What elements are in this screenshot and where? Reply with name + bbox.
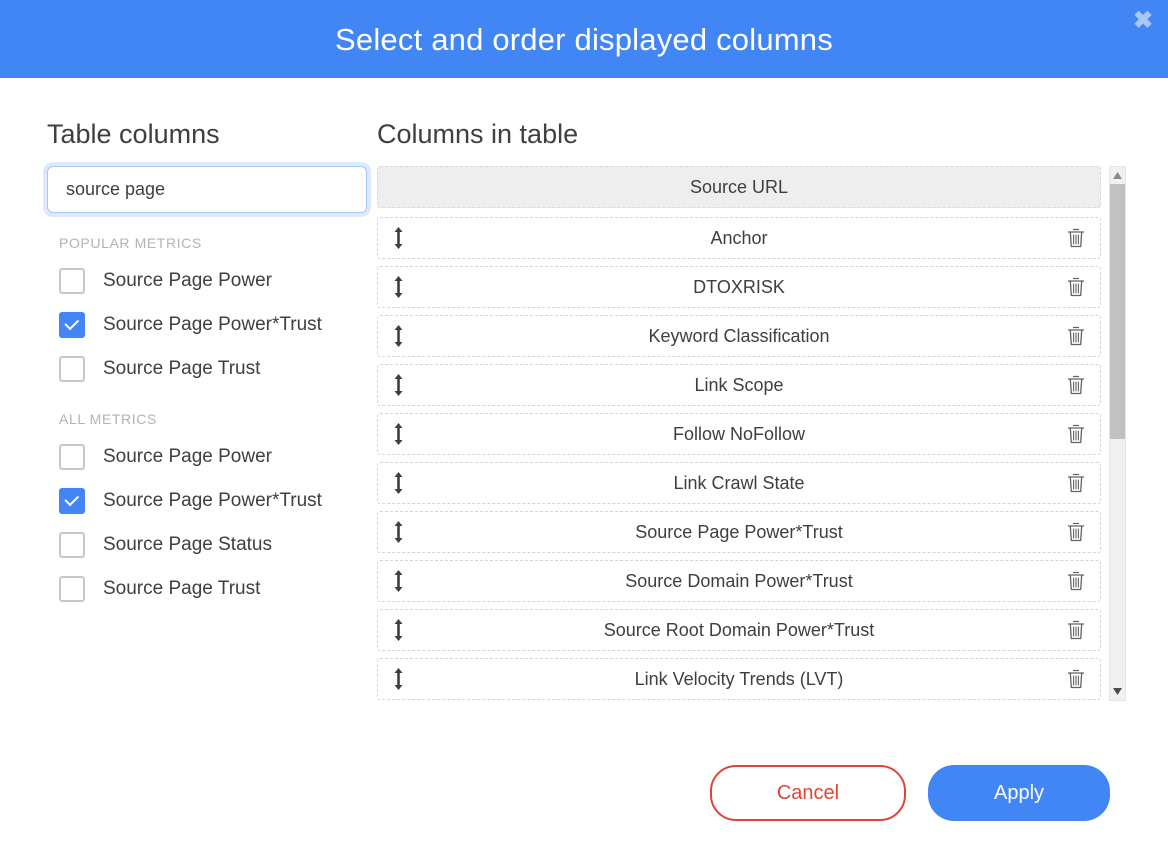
checkbox-unchecked-icon[interactable]	[59, 268, 85, 295]
metric-label: Source Page Status	[103, 534, 272, 556]
table-row[interactable]: Link Velocity Trends (LVT)	[377, 658, 1101, 701]
checkbox-checked-icon[interactable]	[59, 312, 85, 339]
table-row[interactable]: Anchor	[377, 217, 1101, 260]
trash-icon[interactable]	[1066, 619, 1086, 641]
drag-handle-icon[interactable]	[390, 568, 406, 594]
close-icon[interactable]: ✖	[1128, 6, 1158, 36]
column-name: Link Crawl State	[673, 472, 805, 493]
metric-row-all-2[interactable]: Source Page Status	[47, 523, 372, 567]
table-columns-panel: Table columns POPULAR METRICS Source Pag…	[0, 78, 372, 738]
column-name: Follow NoFollow	[672, 423, 806, 444]
table-row[interactable]: Link Crawl State	[377, 462, 1101, 505]
metric-label: Source Page Trust	[103, 578, 261, 600]
trash-icon[interactable]	[1066, 570, 1086, 592]
search-input[interactable]	[48, 167, 366, 213]
table-row[interactable]: Link Scope	[377, 364, 1101, 407]
column-name: Link Scope	[694, 374, 784, 395]
table-row[interactable]: Source Root Domain Power*Trust	[377, 609, 1101, 652]
column-name: Source Root Domain Power*Trust	[603, 619, 875, 640]
checkbox-unchecked-icon[interactable]	[59, 444, 85, 471]
trash-icon[interactable]	[1066, 472, 1086, 494]
drag-handle-icon[interactable]	[390, 519, 406, 545]
columns-list: Source URL Anchor DTOXRISK Keyword Class…	[377, 166, 1101, 701]
table-columns-heading: Table columns	[47, 119, 220, 149]
drag-handle-icon[interactable]	[390, 617, 406, 643]
checkbox-unchecked-icon[interactable]	[59, 356, 85, 383]
metric-label: Source Page Power	[103, 446, 272, 468]
column-name: Source Page Power*Trust	[635, 521, 843, 542]
metric-row-all-0[interactable]: Source Page Power	[47, 435, 372, 479]
group-label-all-metrics: ALL METRICS	[59, 411, 157, 428]
scrollbar-track[interactable]	[1110, 184, 1125, 683]
trash-icon[interactable]	[1066, 227, 1086, 249]
dialog-body: Table columns POPULAR METRICS Source Pag…	[0, 78, 1168, 738]
page-title: Select and order displayed columns	[335, 21, 833, 57]
table-row[interactable]: Follow NoFollow	[377, 413, 1101, 456]
drag-handle-icon[interactable]	[390, 274, 406, 300]
scrollbar-thumb[interactable]	[1110, 184, 1125, 439]
column-name: Source Domain Power*Trust	[625, 570, 853, 591]
drag-handle-icon[interactable]	[390, 225, 406, 251]
trash-icon[interactable]	[1066, 521, 1086, 543]
table-row[interactable]: Source Domain Power*Trust	[377, 560, 1101, 603]
dialog-header: Select and order displayed columns ✖	[0, 0, 1168, 78]
apply-button[interactable]: Apply	[928, 765, 1110, 821]
column-name: Link Velocity Trends (LVT)	[634, 668, 844, 689]
popular-metrics-list: Source Page Power Source Page Power*Trus…	[47, 259, 372, 391]
drag-handle-icon[interactable]	[390, 470, 406, 496]
all-metrics-list: Source Page Power Source Page Power*Trus…	[47, 435, 372, 611]
checkbox-unchecked-icon[interactable]	[59, 532, 85, 559]
metric-label: Source Page Trust	[103, 358, 261, 380]
metric-row-popular-1[interactable]: Source Page Power*Trust	[47, 303, 372, 347]
table-row[interactable]: Keyword Classification	[377, 315, 1101, 358]
group-label-popular-metrics: POPULAR METRICS	[59, 235, 202, 252]
drag-handle-icon[interactable]	[390, 666, 406, 692]
table-row[interactable]: Source Page Power*Trust	[377, 511, 1101, 554]
trash-icon[interactable]	[1066, 668, 1086, 690]
column-name: Anchor	[710, 227, 768, 248]
checkbox-checked-icon[interactable]	[59, 488, 85, 515]
checkbox-unchecked-icon[interactable]	[59, 576, 85, 603]
metric-row-popular-2[interactable]: Source Page Trust	[47, 347, 372, 391]
drag-handle-icon[interactable]	[390, 323, 406, 349]
metric-label: Source Page Power*Trust	[103, 314, 322, 336]
columns-in-table-panel: Columns in table Source URL Anchor DTOXR…	[372, 78, 1168, 738]
drag-handle-icon[interactable]	[390, 421, 406, 447]
column-name: DTOXRISK	[693, 276, 785, 297]
drag-handle-icon[interactable]	[390, 372, 406, 398]
metric-label: Source Page Power	[103, 270, 272, 292]
trash-icon[interactable]	[1066, 423, 1086, 445]
column-name: Source URL	[689, 176, 789, 197]
scroll-up-arrow-icon[interactable]	[1110, 167, 1125, 185]
table-row-locked: Source URL	[377, 166, 1101, 209]
columns-in-table-heading: Columns in table	[377, 119, 579, 149]
metric-row-popular-0[interactable]: Source Page Power	[47, 259, 372, 303]
column-name: Keyword Classification	[648, 325, 830, 346]
metric-row-all-1[interactable]: Source Page Power*Trust	[47, 479, 372, 523]
cancel-button[interactable]: Cancel	[710, 765, 906, 821]
columns-list-scrollbar[interactable]	[1109, 166, 1126, 702]
columns-list-area: Source URL Anchor DTOXRISK Keyword Class…	[377, 166, 1126, 702]
column-selector-dialog: Select and order displayed columns ✖ Tab…	[0, 0, 1168, 848]
metric-row-all-3[interactable]: Source Page Trust	[47, 567, 372, 611]
trash-icon[interactable]	[1066, 325, 1086, 347]
trash-icon[interactable]	[1066, 374, 1086, 396]
scroll-down-arrow-icon[interactable]	[1110, 683, 1125, 701]
table-row[interactable]: DTOXRISK	[377, 266, 1101, 309]
dialog-footer: Cancel Apply	[0, 738, 1168, 848]
metric-label: Source Page Power*Trust	[103, 490, 322, 512]
search-field-wrapper	[47, 166, 367, 214]
trash-icon[interactable]	[1066, 276, 1086, 298]
